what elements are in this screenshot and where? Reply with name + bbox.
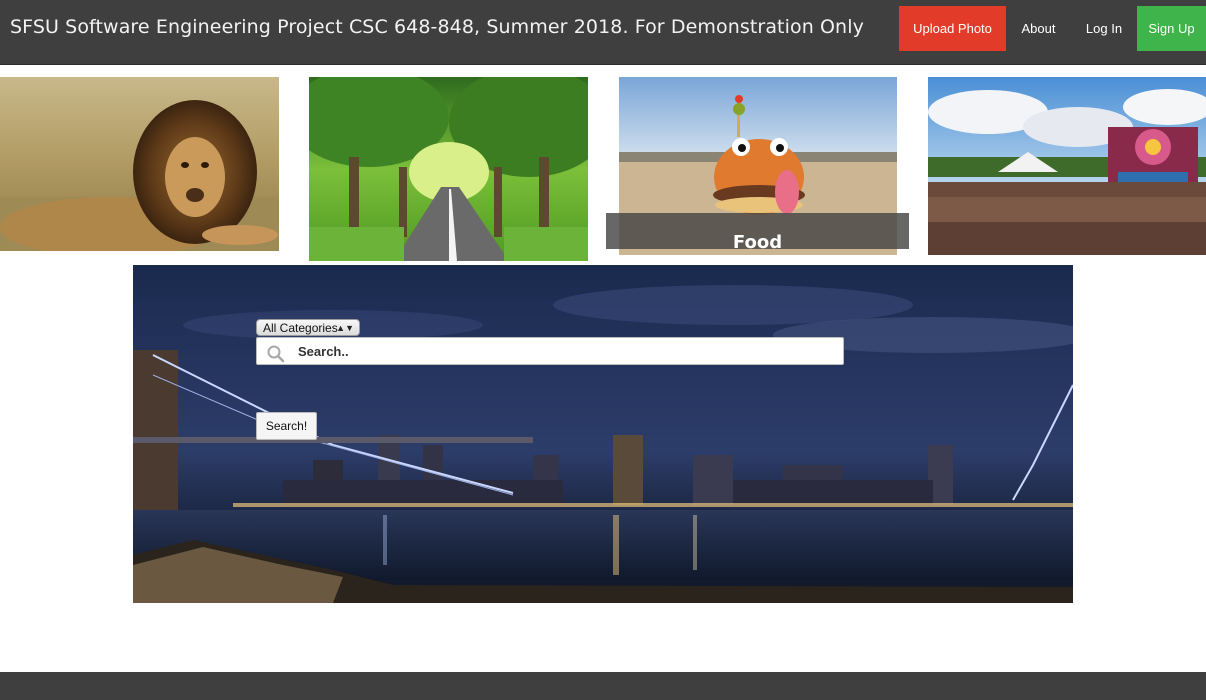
lion-photo-tile[interactable]	[0, 77, 279, 251]
search-input[interactable]: Search..	[256, 337, 844, 365]
sign-up-button[interactable]: Sign Up	[1137, 6, 1206, 51]
festival-crowd-photo	[928, 77, 1206, 255]
lion-photo	[0, 77, 279, 251]
search-button[interactable]: Search!	[256, 412, 317, 440]
tile-caption-food: Food	[606, 213, 909, 249]
search-placeholder: Search..	[298, 344, 349, 359]
site-title: SFSU Software Engineering Project CSC 64…	[10, 16, 864, 38]
footer-bar	[0, 672, 1206, 700]
tree-road-photo	[309, 77, 588, 261]
upload-photo-button[interactable]: Upload Photo	[899, 6, 1006, 51]
category-select-value: All Categories	[263, 321, 338, 335]
category-select[interactable]: All Categories ▲▼	[256, 319, 360, 336]
search-icon	[267, 345, 285, 363]
about-link[interactable]: About	[1011, 6, 1066, 51]
log-in-link[interactable]: Log In	[1080, 6, 1128, 51]
top-navigation-bar: SFSU Software Engineering Project CSC 64…	[0, 0, 1206, 65]
tree-road-photo-tile[interactable]	[309, 77, 588, 261]
select-arrows-icon: ▲▼	[336, 323, 354, 333]
festival-crowd-photo-tile[interactable]	[928, 77, 1206, 255]
